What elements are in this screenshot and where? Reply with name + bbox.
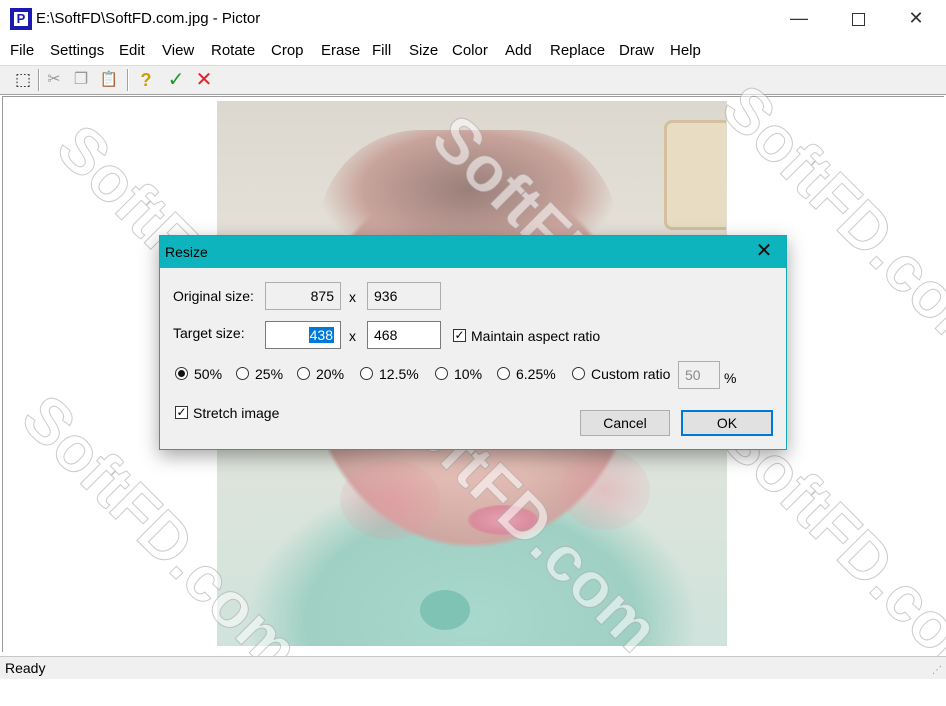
menu-settings[interactable]: Settings xyxy=(50,42,104,59)
target-size-label: Target size: xyxy=(173,325,245,341)
target-height-input[interactable]: 468 xyxy=(367,321,441,349)
custom-ratio-radio[interactable] xyxy=(572,367,585,380)
menu-erase[interactable]: Erase xyxy=(321,42,360,59)
ratio-20-radio[interactable] xyxy=(297,367,310,380)
close-button[interactable]: ✕ xyxy=(887,0,945,38)
maximize-button[interactable] xyxy=(829,0,887,38)
ratio-50-radio[interactable] xyxy=(175,367,188,380)
photo-detail xyxy=(340,460,440,540)
menu-file[interactable]: File xyxy=(10,42,34,59)
apply-check-icon[interactable]: ✓ xyxy=(164,68,188,92)
times-sign: x xyxy=(349,328,356,344)
menu-color[interactable]: Color xyxy=(452,42,488,59)
app-window: P E:\SoftFD\SoftFD.com.jpg - Pictor — ✕ … xyxy=(0,0,946,706)
maximize-icon xyxy=(851,12,865,26)
original-height-field: 936 xyxy=(367,282,441,310)
menu-rotate[interactable]: Rotate xyxy=(211,42,255,59)
ratio-10-label[interactable]: 10% xyxy=(454,366,482,382)
times-sign: x xyxy=(349,289,356,305)
copy-icon[interactable]: ❐ xyxy=(69,68,93,92)
ok-button[interactable]: OK xyxy=(681,410,773,436)
paste-icon[interactable]: 📋 xyxy=(97,68,121,92)
photo-detail xyxy=(420,590,470,630)
custom-ratio-input: 50 xyxy=(678,361,720,389)
wall-clock-image xyxy=(664,120,726,230)
dialog-close-icon[interactable]: ✕ xyxy=(742,236,786,268)
status-text: Ready xyxy=(5,660,46,676)
ratio-50-label[interactable]: 50% xyxy=(194,366,222,382)
stretch-image-checkbox[interactable]: ✓ xyxy=(175,406,188,419)
toolbar-separator xyxy=(38,69,40,91)
app-icon-letter: P xyxy=(14,12,28,26)
target-width-value: 438 xyxy=(308,327,334,343)
percent-sign: % xyxy=(724,370,737,386)
status-bar: Ready ⋰ xyxy=(0,656,946,679)
target-width-input[interactable]: 438 xyxy=(265,321,341,349)
photo-detail xyxy=(560,450,650,530)
maintain-aspect-label[interactable]: Maintain aspect ratio xyxy=(471,328,600,344)
window-title: E:\SoftFD\SoftFD.com.jpg - Pictor xyxy=(36,10,261,27)
ratio-25-radio[interactable] xyxy=(236,367,249,380)
minimize-button[interactable]: — xyxy=(770,0,828,38)
menu-edit[interactable]: Edit xyxy=(119,42,145,59)
photo-detail xyxy=(468,505,538,535)
stretch-image-label[interactable]: Stretch image xyxy=(193,405,279,421)
menu-fill[interactable]: Fill xyxy=(372,42,391,59)
ratio-6-25-label[interactable]: 6.25% xyxy=(516,366,556,382)
help-icon[interactable]: ? xyxy=(134,68,158,92)
resize-dialog: Resize ✕ Original size: 875 x 936 Target… xyxy=(159,235,787,450)
resize-grip-icon[interactable]: ⋰ xyxy=(932,665,944,677)
menu-help[interactable]: Help xyxy=(670,42,701,59)
original-width-field: 875 xyxy=(265,282,341,310)
menu-draw[interactable]: Draw xyxy=(619,42,654,59)
cancel-button[interactable]: Cancel xyxy=(580,410,670,436)
cancel-x-icon[interactable]: ✕ xyxy=(192,68,216,92)
dialog-title: Resize xyxy=(165,244,208,260)
toolbar: ⬚ ✂ ❐ 📋 ? ✓ ✕ xyxy=(0,65,946,95)
ratio-12-5-radio[interactable] xyxy=(360,367,373,380)
maintain-aspect-checkbox[interactable]: ✓ xyxy=(453,329,466,342)
dialog-title-bar[interactable]: Resize ✕ xyxy=(160,236,786,268)
app-icon[interactable]: P xyxy=(10,8,32,30)
menu-add[interactable]: Add xyxy=(505,42,532,59)
menu-crop[interactable]: Crop xyxy=(271,42,304,59)
menu-bar: File Settings Edit View Rotate Crop Eras… xyxy=(0,40,946,64)
menu-size[interactable]: Size xyxy=(409,42,438,59)
menu-view[interactable]: View xyxy=(162,42,194,59)
toolbar-separator xyxy=(127,69,129,91)
cut-icon[interactable]: ✂ xyxy=(42,68,66,92)
original-size-label: Original size: xyxy=(173,288,254,304)
custom-ratio-label[interactable]: Custom ratio xyxy=(591,366,670,382)
ratio-20-label[interactable]: 20% xyxy=(316,366,344,382)
ratio-25-label[interactable]: 25% xyxy=(255,366,283,382)
ratio-12-5-label[interactable]: 12.5% xyxy=(379,366,419,382)
ratio-6-25-radio[interactable] xyxy=(497,367,510,380)
select-tool-icon[interactable]: ⬚ xyxy=(11,68,35,92)
title-bar: P E:\SoftFD\SoftFD.com.jpg - Pictor — ✕ xyxy=(0,0,946,38)
ratio-10-radio[interactable] xyxy=(435,367,448,380)
menu-replace[interactable]: Replace xyxy=(550,42,605,59)
